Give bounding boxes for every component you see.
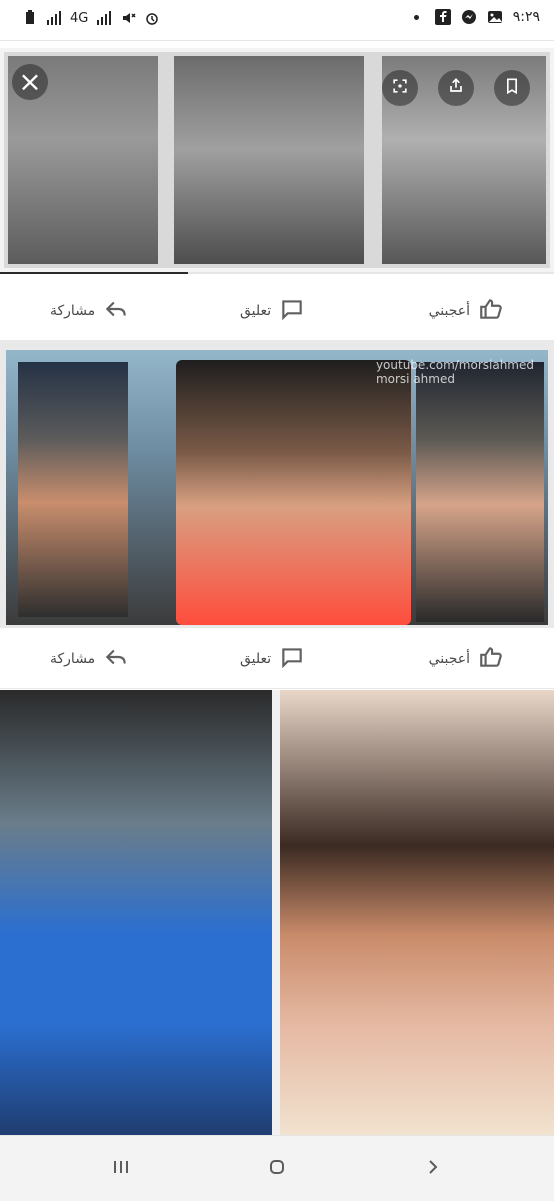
photo-center-person [176,360,411,625]
back-icon [421,1155,445,1183]
signal-icon-2 [96,10,112,26]
android-nav-bar [0,1135,554,1201]
watermark: youtube.com/morsiahmed morsi ahmed [376,358,534,386]
photo-officer-right [416,362,544,622]
network-4g-text: 4G [70,10,89,26]
action-bar-2: أعجبني تعليق مشاركة [0,628,554,689]
time-text: ٩:٢٩ [512,9,540,25]
comment-button-2[interactable]: تعليق [240,644,305,674]
close-button[interactable]: × [12,64,48,100]
comment-bubble-icon [279,644,305,674]
share-arrow-icon [103,296,129,326]
home-button[interactable] [264,1156,290,1182]
bookmark-button[interactable] [494,70,530,106]
status-left: 4G [22,10,160,26]
like-button-2[interactable]: أعجبني [429,644,504,674]
middle-photo[interactable]: youtube.com/morsiahmed morsi ahmed [6,350,548,625]
share-button-1[interactable]: مشاركة [50,296,129,326]
like-label-1: أعجبني [428,303,470,319]
comment-button-1[interactable]: تعليق [240,296,305,326]
photo-bottom-right [280,690,554,1135]
share-label-2: مشاركة [50,651,96,667]
photo-bottom-left [0,690,272,1135]
middle-photo-container: youtube.com/morsiahmed morsi ahmed [0,340,554,635]
battery-icon [22,10,38,26]
thumbs-up-icon [478,296,504,326]
home-icon [265,1155,289,1183]
status-bar: 4G ٩:٢٩ [0,0,554,41]
top-photo-strip[interactable]: × [0,48,554,272]
comment-label-2: تعليق [240,651,272,667]
scan-icon [390,76,410,100]
watermark-line-1: youtube.com/morsiahmed [375,358,534,372]
share-arrow-icon [103,644,129,674]
recent-apps-button[interactable] [108,1156,134,1182]
facebook-icon [434,9,451,25]
scan-button[interactable] [382,70,418,106]
media-progress [0,272,554,274]
alarm-icon [144,10,160,26]
recent-apps-icon [109,1155,133,1183]
thumbs-up-icon [478,644,504,674]
watermark-line-2: morsi ahmed [375,372,455,386]
like-button-1[interactable]: أعجبني [429,296,504,326]
notification-dot-icon [413,14,419,20]
share-button-2[interactable]: مشاركة [50,644,129,674]
share-photo-button[interactable] [438,70,474,106]
share-icon [446,76,466,100]
close-icon: × [18,65,42,98]
bookmark-icon [502,76,522,100]
mute-icon [120,10,136,26]
share-label-1: مشاركة [50,303,96,319]
like-label-2: أعجبني [428,651,470,667]
media-progress-fill [0,272,189,274]
bottom-photo-strip[interactable] [0,690,554,1135]
action-bar-1: أعجبني تعليق مشاركة [0,280,554,341]
photo-center [174,56,364,264]
messenger-icon [461,9,477,25]
comment-label-1: تعليق [240,303,272,319]
status-right: ٩:٢٩ [413,9,540,25]
photo-officer-left [18,362,128,617]
back-button[interactable] [420,1156,446,1182]
comment-bubble-icon [279,296,305,326]
gallery-icon [487,9,503,25]
signal-icon [46,10,62,26]
